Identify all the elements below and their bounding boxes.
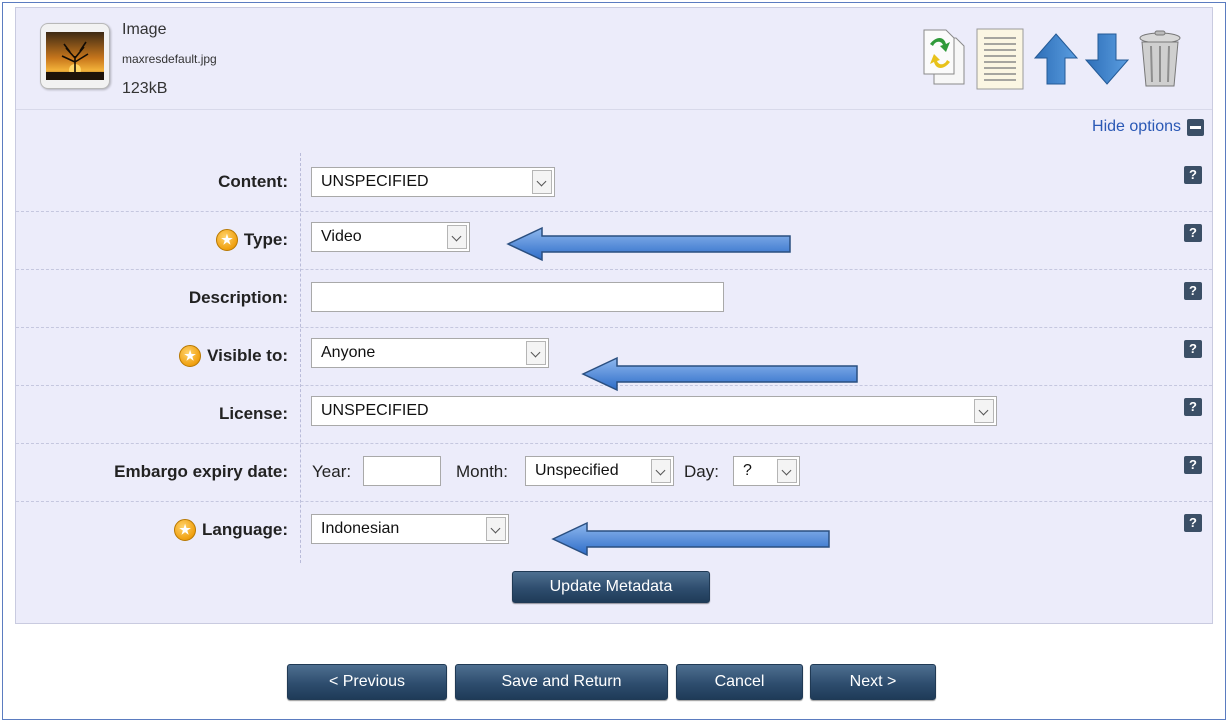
chevron-down-icon <box>777 459 797 483</box>
help-icon[interactable]: ? <box>1184 224 1202 242</box>
help-icon[interactable]: ? <box>1184 282 1202 300</box>
callout-arrow-icon <box>551 521 830 557</box>
file-thumbnail[interactable] <box>40 23 110 89</box>
content-select[interactable]: UNSPECIFIED <box>311 167 555 197</box>
required-star-icon: ★ <box>174 519 197 541</box>
type-label: ★ Type: <box>215 211 288 269</box>
chevron-down-icon <box>651 459 671 483</box>
row-type: ★ Type: Video ? <box>16 211 1212 270</box>
help-icon[interactable]: ? <box>1184 166 1202 184</box>
day-select[interactable]: ? <box>733 456 800 486</box>
chevron-down-icon <box>532 170 552 194</box>
content-value: UNSPECIFIED <box>321 173 429 190</box>
chevron-down-icon <box>486 517 506 541</box>
year-label: Year: <box>312 462 352 481</box>
chevron-down-icon <box>526 341 546 365</box>
row-license: License: UNSPECIFIED ? <box>16 385 1212 444</box>
chevron-down-icon <box>974 399 994 423</box>
help-icon[interactable]: ? <box>1184 514 1202 532</box>
visible-to-value: Anyone <box>321 344 376 361</box>
required-star-icon: ★ <box>179 345 202 367</box>
row-visible-to: ★ Visible to: Anyone ? <box>16 327 1212 392</box>
description-input[interactable] <box>311 282 724 312</box>
row-language: ★ Language: Indonesian ? <box>16 501 1212 559</box>
row-embargo: Embargo expiry date: Year: Month: Unspec… <box>16 443 1212 502</box>
file-kind: Image <box>122 21 167 38</box>
description-label: Description: <box>188 288 288 307</box>
license-select[interactable]: UNSPECIFIED <box>311 396 997 426</box>
hide-options-label: Hide options <box>1092 118 1181 135</box>
visible-to-label: ★ Visible to: <box>179 327 288 385</box>
visible-to-select[interactable]: Anyone <box>311 338 549 368</box>
help-icon[interactable]: ? <box>1184 340 1202 358</box>
replace-file-icon[interactable] <box>920 28 966 91</box>
cancel-button[interactable]: Cancel <box>676 664 803 700</box>
language-value: Indonesian <box>321 520 400 537</box>
content-label: Content: <box>218 172 288 191</box>
year-input[interactable] <box>363 456 441 486</box>
file-metadata-panel: Image maxresdefault.jpg 123kB Hide optio… <box>15 7 1213 624</box>
hide-options-toggle[interactable]: Hide options <box>1092 118 1204 136</box>
type-value: Video <box>321 228 362 245</box>
view-metadata-icon[interactable] <box>976 28 1024 95</box>
language-label: ★ Language: <box>174 501 288 559</box>
delete-icon[interactable] <box>1138 30 1182 93</box>
previous-button[interactable]: < Previous <box>287 664 447 700</box>
license-value: UNSPECIFIED <box>321 402 429 419</box>
file-size: 123kB <box>122 80 168 97</box>
month-value: Unspecified <box>535 462 619 479</box>
file-header: Image maxresdefault.jpg 123kB <box>16 8 1212 110</box>
month-select[interactable]: Unspecified <box>525 456 674 486</box>
day-value: ? <box>743 462 752 479</box>
collapse-icon <box>1187 118 1204 136</box>
language-select[interactable]: Indonesian <box>311 514 509 544</box>
help-icon[interactable]: ? <box>1184 398 1202 416</box>
move-up-icon[interactable] <box>1033 32 1079 91</box>
row-content: Content: UNSPECIFIED ? <box>16 153 1212 212</box>
save-and-return-button[interactable]: Save and Return <box>455 664 668 700</box>
help-icon[interactable]: ? <box>1184 456 1202 474</box>
callout-arrow-icon <box>506 226 791 262</box>
chevron-down-icon <box>447 225 467 249</box>
file-name: maxresdefault.jpg <box>122 52 217 66</box>
next-button[interactable]: Next > <box>810 664 936 700</box>
month-label: Month: <box>456 462 508 481</box>
update-metadata-button[interactable]: Update Metadata <box>512 571 710 603</box>
license-label: License: <box>219 404 288 423</box>
embargo-label: Embargo expiry date: <box>114 462 288 481</box>
required-star-icon: ★ <box>215 229 238 251</box>
row-description: Description: ? <box>16 269 1212 328</box>
type-select[interactable]: Video <box>311 222 470 252</box>
move-down-icon[interactable] <box>1084 32 1130 91</box>
day-label: Day: <box>684 462 719 481</box>
